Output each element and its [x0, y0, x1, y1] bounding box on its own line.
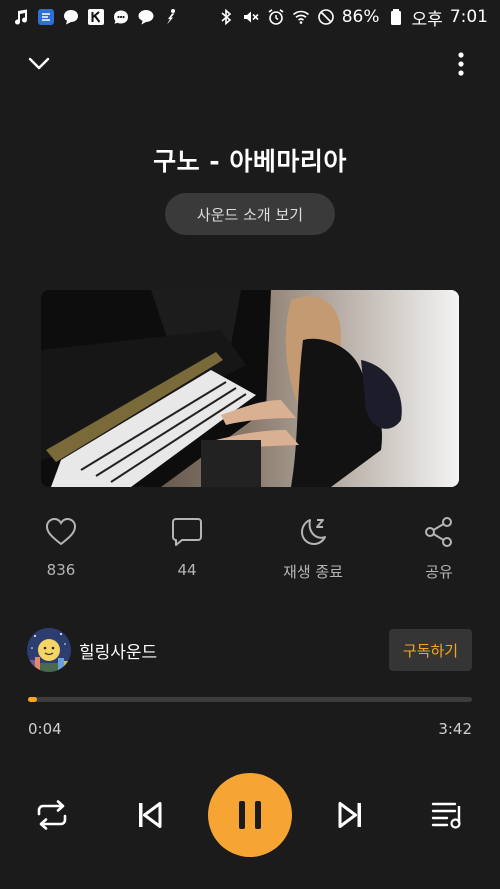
current-time: 0:04 — [28, 720, 62, 738]
skip-next-icon — [338, 802, 361, 828]
previous-button[interactable] — [130, 795, 170, 835]
status-bar: 86% 오후 7:01 — [0, 0, 500, 34]
wifi-icon — [292, 8, 310, 26]
next-button[interactable] — [330, 795, 370, 835]
heart-icon — [45, 517, 77, 546]
do-not-disturb-icon — [317, 8, 335, 26]
figure-icon — [162, 8, 180, 26]
status-time: 7:01 — [449, 7, 488, 27]
k-app-icon — [87, 8, 105, 26]
alarm-icon — [267, 8, 285, 26]
channel-avatar-image — [27, 628, 71, 672]
like-button[interactable]: 836 — [1, 515, 121, 579]
repeat-button[interactable] — [32, 795, 72, 835]
skip-previous-icon — [139, 802, 162, 828]
total-time: 3:42 — [438, 720, 472, 738]
pause-button[interactable] — [208, 773, 292, 857]
track-title: 구노 - 아베마리아 — [153, 147, 347, 176]
share-label: 공유 — [425, 563, 453, 581]
mute-icon — [242, 8, 260, 26]
message-icon — [112, 8, 130, 26]
like-count: 836 — [46, 561, 76, 579]
player-screen: 86% 오후 7:01 구노 - 아베마리아 사운드 소개 보기 836 44 … — [0, 0, 500, 889]
status-ampm: 오후 — [411, 9, 443, 30]
sleep-timer-button[interactable]: 재생 종료 — [253, 515, 373, 582]
channel-avatar[interactable] — [27, 628, 71, 672]
more-options-button[interactable] — [445, 48, 477, 80]
music-note-icon — [12, 8, 30, 26]
progress-bar[interactable] — [28, 697, 472, 702]
comment-button[interactable]: 44 — [127, 515, 247, 579]
share-button[interactable]: 공유 — [379, 515, 499, 582]
chevron-down-icon — [28, 57, 50, 70]
playlist-button[interactable] — [428, 795, 468, 835]
pause-icon — [239, 801, 261, 829]
moon-sleep-icon — [301, 519, 326, 545]
channel-info[interactable]: 힐링사운드 — [27, 628, 157, 672]
piano-player-image — [41, 290, 459, 487]
comment-icon — [172, 518, 202, 546]
channel-name[interactable]: 힐링사운드 — [79, 638, 157, 663]
progress-fill — [28, 697, 37, 702]
talk-icon — [137, 8, 155, 26]
chat-bubble-icon — [62, 8, 80, 26]
subscribe-button[interactable]: 구독하기 — [389, 629, 472, 671]
sleep-timer-label: 재생 종료 — [283, 563, 343, 581]
action-row: 836 44 재생 종료 공유 — [0, 515, 500, 585]
status-bar-left — [12, 8, 180, 26]
repeat-icon — [37, 800, 67, 830]
app-icon — [37, 8, 55, 26]
battery-percent: 86% — [341, 7, 380, 27]
video-artwork[interactable] — [41, 290, 459, 487]
more-vertical-icon — [458, 52, 464, 76]
bluetooth-icon — [217, 8, 235, 26]
sound-intro-button[interactable]: 사운드 소개 보기 — [165, 193, 335, 235]
status-bar-right: 86% 오후 7:01 — [217, 5, 488, 30]
comment-count: 44 — [177, 561, 197, 579]
share-icon — [425, 517, 452, 547]
playlist-icon — [431, 802, 461, 829]
collapse-button[interactable] — [23, 48, 55, 80]
battery-icon — [387, 8, 405, 26]
